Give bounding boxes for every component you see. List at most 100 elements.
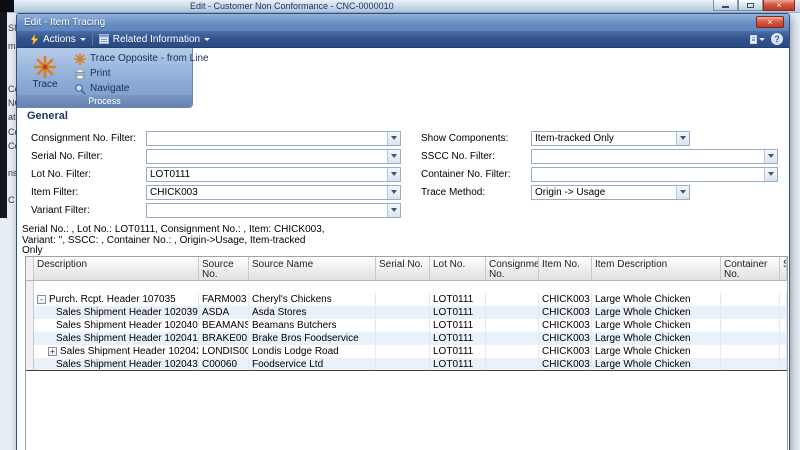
lot-no-filter-label: Lot No. Filter: — [31, 169, 146, 180]
consignment-no-filter-combobox[interactable] — [146, 131, 401, 146]
cell-item_no: CHICK003 — [539, 306, 592, 319]
chevron-down-icon[interactable] — [676, 132, 689, 145]
tree-indent — [37, 364, 56, 365]
row-selector[interactable] — [26, 345, 34, 358]
table-row[interactable]: -Purch. Rcpt. Header 107035FARM003Cheryl… — [26, 293, 787, 306]
view-options-button[interactable] — [750, 34, 765, 45]
cell-item_no: CHICK003 — [539, 332, 592, 345]
show-components-field: Show Components:Item-tracked Only — [421, 129, 778, 147]
background-window-title: Edit - Customer Non Conformance - CNC-00… — [190, 1, 394, 11]
consignment-no-filter-field: Consignment No. Filter: — [31, 129, 401, 147]
close-button[interactable]: × — [763, 0, 795, 11]
cell-s — [780, 332, 787, 345]
row-selector[interactable] — [26, 319, 34, 332]
cell-source_no: LONDIS002 — [199, 345, 249, 358]
lot-no-filter-combobox[interactable]: LOT0111 — [146, 167, 401, 182]
chevron-down-icon[interactable] — [387, 186, 400, 199]
actions-menu[interactable]: Actions — [24, 31, 92, 47]
chevron-down-icon[interactable] — [387, 150, 400, 163]
table-row[interactable]: Sales Shipment Header 102039ASDAAsda Sto… — [26, 306, 787, 319]
column-header-description[interactable]: Description — [34, 257, 199, 280]
minimize-icon — [722, 6, 729, 8]
serial-no-filter-combobox[interactable] — [146, 149, 401, 164]
navigate-menu-item[interactable]: Navigate — [74, 81, 209, 96]
cell-consignment_no — [486, 319, 539, 332]
dialog-title: Edit - Item Tracing — [24, 17, 105, 28]
collapse-icon[interactable]: - — [37, 295, 46, 304]
table-row[interactable]: Sales Shipment Header 102041BRAKE001Brak… — [26, 332, 787, 345]
cell-s — [780, 345, 787, 358]
chevron-down-icon[interactable] — [764, 168, 777, 181]
column-header-serial-no[interactable]: Serial No. — [376, 257, 430, 280]
column-header-container-no[interactable]: Container No. — [721, 257, 780, 280]
screen: Edit - Customer Non Conformance - CNC-00… — [0, 0, 800, 450]
related-information-menu[interactable]: Related Information — [93, 31, 216, 47]
container-no-filter-value — [532, 168, 764, 181]
trace-opposite-from-line-icon — [74, 53, 86, 65]
description-text: Purch. Rcpt. Header 107035 — [49, 294, 176, 305]
chevron-down-icon[interactable] — [387, 204, 400, 217]
table-row[interactable]: +Sales Shipment Header 102042LONDIS002Lo… — [26, 345, 787, 358]
grid-header-row: DescriptionSource No.Source NameSerial N… — [26, 257, 787, 281]
cell-serial_no — [376, 306, 430, 319]
lot-no-filter-field: Lot No. Filter:LOT0111 — [31, 165, 401, 183]
chevron-down-icon[interactable] — [387, 132, 400, 145]
container-no-filter-label: Container No. Filter: — [421, 169, 531, 180]
cell-item_no: CHICK003 — [539, 358, 592, 370]
menubar-right-icons: ? — [750, 33, 783, 45]
column-header-consignment-no[interactable]: Consignment No. — [486, 257, 539, 280]
cell-s — [780, 358, 787, 370]
column-header-s[interactable]: S — [780, 257, 787, 280]
item-filter-label: Item Filter: — [31, 187, 146, 198]
maximize-button[interactable] — [738, 0, 763, 11]
row-selector[interactable] — [26, 306, 34, 319]
minimize-button[interactable] — [713, 0, 738, 11]
chevron-down-icon[interactable] — [676, 186, 689, 199]
sscc-no-filter-combobox[interactable] — [531, 149, 778, 164]
column-header-item-description[interactable]: Item Description — [592, 257, 721, 280]
column-header-item-no[interactable]: Item No. — [539, 257, 592, 280]
tree-indent — [37, 351, 48, 352]
expand-icon[interactable]: + — [48, 347, 57, 356]
cell-source_no: BEAMANS — [199, 319, 249, 332]
ribbon-menu-list: Trace Opposite - from Line PrintNavigate — [74, 51, 209, 96]
container-no-filter-combobox[interactable] — [531, 167, 778, 182]
chevron-down-icon — [204, 38, 210, 41]
column-header-source-no[interactable]: Source No. — [199, 257, 249, 280]
row-selector[interactable] — [26, 281, 34, 293]
cell-description: Sales Shipment Header 102039 — [34, 306, 199, 319]
dialog-close-button[interactable]: × — [756, 16, 784, 28]
trace-opposite-from-line-menu-item[interactable]: Trace Opposite - from Line — [74, 51, 209, 66]
dialog-titlebar[interactable]: Edit - Item Tracing × — [17, 14, 789, 31]
trace-method-combobox[interactable]: Origin -> Usage — [531, 185, 690, 200]
background-corner-block — [0, 0, 14, 12]
sscc-no-filter-field: SSCC No. Filter: — [421, 147, 778, 165]
cell-item_description: Large Whole Chicken — [592, 293, 721, 306]
help-button[interactable]: ? — [771, 33, 783, 45]
cell-serial_no — [376, 319, 430, 332]
row-selector[interactable] — [26, 293, 34, 306]
consignment-no-filter-value — [147, 132, 387, 145]
print-menu-item[interactable]: Print — [74, 66, 209, 81]
table-row[interactable]: Sales Shipment Header 102040BEAMANSBeama… — [26, 319, 787, 332]
chevron-down-icon[interactable] — [387, 168, 400, 181]
row-selector[interactable] — [26, 332, 34, 345]
cell-item_no: CHICK003 — [539, 345, 592, 358]
maximize-icon — [747, 3, 754, 8]
serial-no-filter-label: Serial No. Filter: — [31, 151, 146, 162]
table-row[interactable]: Sales Shipment Header 102043C00060Foodse… — [26, 358, 787, 371]
general-section-heading: General — [27, 110, 68, 122]
cell-container_no — [721, 293, 780, 306]
dialog-body: Trace Trace Opposite - from Line PrintNav… — [17, 48, 789, 450]
ribbon-process-group: Trace Trace Opposite - from LinePrintNav… — [17, 48, 193, 108]
trace-opposite-from-line-label: Trace Opposite - from Line — [90, 53, 209, 64]
item-filter-combobox[interactable]: CHICK003 — [146, 185, 401, 200]
column-header-lot-no[interactable]: Lot No. — [430, 257, 486, 280]
column-header-source-name[interactable]: Source Name — [249, 257, 376, 280]
row-selector[interactable] — [26, 358, 34, 370]
trace-button[interactable]: Trace — [22, 50, 68, 95]
show-components-combobox[interactable]: Item-tracked Only — [531, 131, 690, 146]
trace-method-value: Origin -> Usage — [532, 186, 676, 199]
variant-filter-combobox[interactable] — [146, 203, 401, 218]
chevron-down-icon[interactable] — [764, 150, 777, 163]
